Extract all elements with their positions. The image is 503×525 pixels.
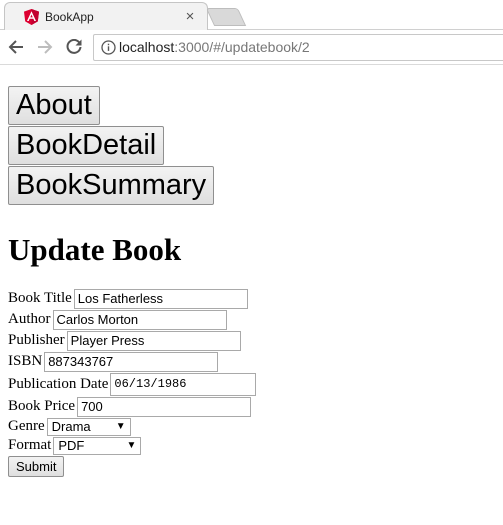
reload-icon[interactable] <box>61 34 87 60</box>
genre-label: Genre <box>8 418 45 434</box>
format-select[interactable]: PDF ▼ <box>53 436 142 455</box>
url-host: localhost <box>119 39 175 55</box>
book-detail-button[interactable]: BookDetail <box>8 126 165 165</box>
publisher-row: Publisher Player Press <box>8 330 495 351</box>
format-label: Format <box>8 437 52 453</box>
update-book-form: Book Title Los Fatherless Author Carlos … <box>8 288 495 477</box>
author-input[interactable]: Carlos Morton <box>52 309 227 330</box>
url-path: :3000/#/updatebook/2 <box>174 39 310 55</box>
address-bar[interactable]: localhost:3000/#/updatebook/2 <box>93 33 503 61</box>
isbn-row: ISBN 887343767 <box>8 351 495 372</box>
publication-date-row: Publication Date 06/13/1986 <box>8 372 495 396</box>
new-tab-button[interactable] <box>205 8 247 26</box>
browser-toolbar: localhost:3000/#/updatebook/2 <box>0 30 503 65</box>
book-title-label: Book Title <box>8 290 72 306</box>
submit-button[interactable]: Submit <box>8 456 65 477</box>
browser-tabstrip: BookApp × <box>0 0 503 30</box>
book-title-row: Book Title Los Fatherless <box>8 288 495 309</box>
isbn-label: ISBN <box>8 353 43 369</box>
book-summary-button[interactable]: BookSummary <box>8 166 215 205</box>
publication-date-input[interactable]: 06/13/1986 <box>110 372 257 396</box>
format-row: Format PDF ▼ <box>8 436 495 455</box>
tab-title: BookApp <box>45 9 94 24</box>
chevron-down-icon: ▼ <box>126 440 137 451</box>
isbn-input[interactable]: 887343767 <box>44 351 219 372</box>
info-icon[interactable] <box>97 39 119 55</box>
angular-logo-icon <box>23 8 39 25</box>
chevron-down-icon: ▼ <box>115 421 126 432</box>
book-price-input[interactable]: 700 <box>77 396 252 417</box>
back-icon[interactable] <box>3 34 29 60</box>
browser-tab[interactable]: BookApp × <box>4 2 208 30</box>
forward-icon[interactable] <box>32 34 58 60</box>
author-row: Author Carlos Morton <box>8 309 495 330</box>
genre-row: Genre Drama ▼ <box>8 417 495 436</box>
publication-date-label: Publication Date <box>8 375 109 392</box>
author-label: Author <box>8 311 51 327</box>
book-price-label: Book Price <box>8 398 76 414</box>
nav-buttons: About BookDetail BookSummary <box>8 86 215 206</box>
format-selected-value: PDF <box>58 438 85 453</box>
app-content: About BookDetail BookSummary Update Book… <box>0 65 503 477</box>
page-title: Update Book <box>8 232 182 267</box>
close-icon[interactable]: × <box>181 8 199 26</box>
about-button[interactable]: About <box>8 86 100 125</box>
book-title-input[interactable]: Los Fatherless <box>73 288 248 309</box>
book-price-row: Book Price 700 <box>8 396 495 417</box>
genre-selected-value: Drama <box>51 419 91 434</box>
publisher-label: Publisher <box>8 332 65 348</box>
genre-select[interactable]: Drama ▼ <box>46 417 131 436</box>
publisher-input[interactable]: Player Press <box>66 330 241 351</box>
